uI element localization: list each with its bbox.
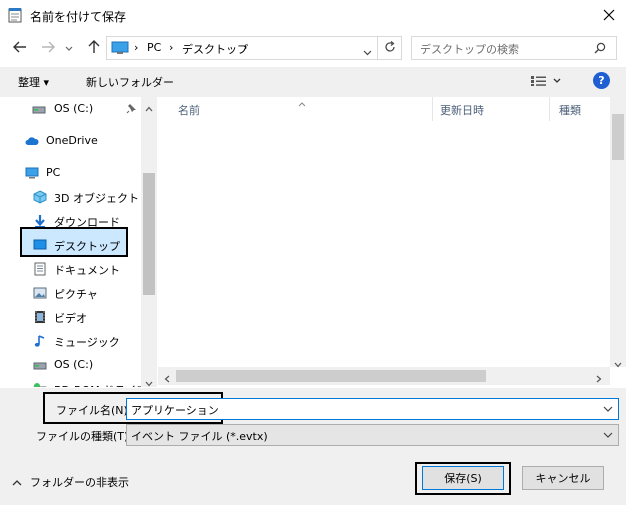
music-icon: [33, 334, 47, 348]
search-placeholder: デスクトップの検索: [420, 43, 519, 56]
horizontal-scroll-thumb[interactable]: [176, 370, 486, 382]
video-icon: [33, 310, 47, 324]
breadcrumb-separator-icon: ›: [169, 41, 174, 54]
column-header-type[interactable]: 種類: [559, 102, 581, 118]
title-bar: 名前を付けて保存: [0, 0, 626, 31]
file-list-horizontal-scrollbar[interactable]: [158, 367, 610, 385]
notepad-app-icon: [8, 7, 22, 23]
nav-item[interactable]: OneDrive: [0, 130, 140, 152]
filename-value: アプリケーション: [131, 404, 219, 417]
back-button[interactable]: [10, 38, 30, 58]
chevron-down-icon[interactable]: [602, 403, 614, 415]
scroll-down-icon[interactable]: [614, 357, 622, 371]
refresh-button[interactable]: [378, 36, 402, 60]
nav-item-label: 3D オブジェクト: [54, 192, 139, 205]
refresh-icon: [384, 40, 396, 56]
filetype-select[interactable]: イベント ファイル (*.evtx): [126, 424, 619, 446]
nav-item[interactable]: PC: [0, 162, 140, 184]
nav-item[interactable]: ビデオ: [0, 306, 140, 328]
drive-icon: [32, 102, 46, 116]
column-divider[interactable]: [432, 97, 433, 121]
computer-icon: [25, 166, 39, 180]
nav-pane-scroll-thumb[interactable]: [143, 173, 155, 295]
desktop-icon: [33, 238, 47, 252]
view-options-icon[interactable]: [530, 75, 562, 90]
nav-item[interactable]: OS (C:): [0, 354, 140, 376]
cube-icon: [33, 190, 47, 204]
filetype-value: イベント ファイル (*.evtx): [131, 430, 268, 443]
cancel-button[interactable]: キャンセル: [522, 466, 604, 490]
pin-icon[interactable]: [126, 103, 137, 117]
chevron-up-icon[interactable]: [12, 476, 22, 490]
breadcrumb-pc[interactable]: PC: [147, 41, 161, 54]
breadcrumb-separator-icon: ›: [243, 41, 248, 54]
nav-item-label: PC: [46, 166, 61, 179]
document-icon: [33, 262, 47, 276]
nav-item[interactable]: ドキュメント: [0, 258, 140, 280]
hide-folders-button[interactable]: フォルダーの非表示: [30, 474, 129, 490]
drive-icon: [33, 358, 47, 372]
nav-item-label: ピクチャ: [54, 288, 98, 301]
search-icon: [594, 42, 606, 57]
computer-icon: [111, 41, 129, 58]
chevron-down-icon: [65, 41, 73, 55]
vertical-scroll-thumb[interactable]: [612, 114, 624, 160]
nav-item[interactable]: OS (C:): [0, 98, 140, 120]
nav-item[interactable]: ピクチャ: [0, 282, 140, 304]
breadcrumb-separator-icon: ›: [134, 41, 139, 54]
address-bar[interactable]: › PC › デスクトップ ›: [106, 36, 378, 60]
chevron-down-icon[interactable]: [602, 429, 614, 441]
nav-item-label: ドキュメント: [54, 264, 120, 277]
file-list: 名前 更新日時 種類: [158, 97, 626, 387]
filetype-label: ファイルの種類(T):: [36, 430, 133, 443]
filename-field[interactable]: アプリケーション: [126, 398, 619, 420]
file-list-vertical-scrollbar[interactable]: [610, 97, 626, 368]
sort-ascending-icon: [298, 96, 306, 110]
scroll-up-icon[interactable]: [145, 101, 153, 115]
up-button[interactable]: [84, 38, 104, 58]
close-button[interactable]: [596, 4, 622, 28]
chevron-down-icon[interactable]: [363, 45, 372, 59]
navigation-pane: OS (C:) OneDrive PC 3D オブジェクト ダウンロード デスクトップ ドキ…: [0, 97, 158, 387]
nav-item-label: BD-ROM ドライブ: [54, 382, 147, 387]
scroll-left-icon[interactable]: [164, 372, 170, 386]
help-button[interactable]: ?: [593, 72, 610, 89]
nav-item[interactable]: デスクトップ: [0, 227, 140, 257]
column-header-name[interactable]: 名前: [178, 102, 200, 118]
cloud-icon: [25, 134, 39, 148]
breadcrumb-desktop[interactable]: デスクトップ: [182, 41, 248, 57]
forward-button[interactable]: [38, 38, 58, 58]
scroll-down-icon[interactable]: [145, 376, 153, 387]
filename-label: ファイル名(N):: [56, 404, 132, 417]
new-folder-button[interactable]: 新しいフォルダー: [86, 74, 174, 90]
nav-pane-scrollbar[interactable]: [141, 97, 157, 387]
column-header-modified[interactable]: 更新日時: [440, 102, 484, 118]
nav-item-label: OneDrive: [46, 134, 98, 147]
arrow-left-icon: [13, 41, 27, 56]
disc-icon: [33, 382, 47, 387]
organize-button[interactable]: 整理 ▾: [18, 74, 49, 90]
picture-icon: [33, 286, 47, 300]
nav-item[interactable]: ミュージック: [0, 330, 140, 352]
nav-item-label: ミュージック: [54, 336, 120, 349]
window-title: 名前を付けて保存: [30, 10, 127, 24]
nav-item-label: ビデオ: [54, 312, 87, 325]
search-input[interactable]: デスクトップの検索: [411, 36, 617, 60]
close-icon: [603, 9, 615, 24]
column-divider[interactable]: [549, 97, 550, 121]
nav-item-label: OS (C:): [54, 358, 94, 371]
nav-item[interactable]: BD-ROM ドライブ: [0, 378, 147, 387]
save-button[interactable]: 保存(S): [422, 466, 504, 490]
nav-item-label: OS (C:): [54, 102, 94, 115]
nav-item[interactable]: 3D オブジェクト: [0, 186, 140, 208]
arrow-up-icon: [88, 39, 100, 57]
command-bar: 整理 ▾ 新しいフォルダー ?: [0, 67, 626, 97]
nav-item-label: デスクトップ: [54, 240, 120, 253]
save-form: ファイル名(N): アプリケーション ファイルの種類(T): イベント ファイル…: [0, 388, 626, 505]
scroll-right-icon[interactable]: [596, 372, 602, 386]
arrow-right-icon: [41, 41, 55, 56]
recent-locations-button[interactable]: [62, 38, 76, 58]
download-icon: [33, 214, 47, 228]
